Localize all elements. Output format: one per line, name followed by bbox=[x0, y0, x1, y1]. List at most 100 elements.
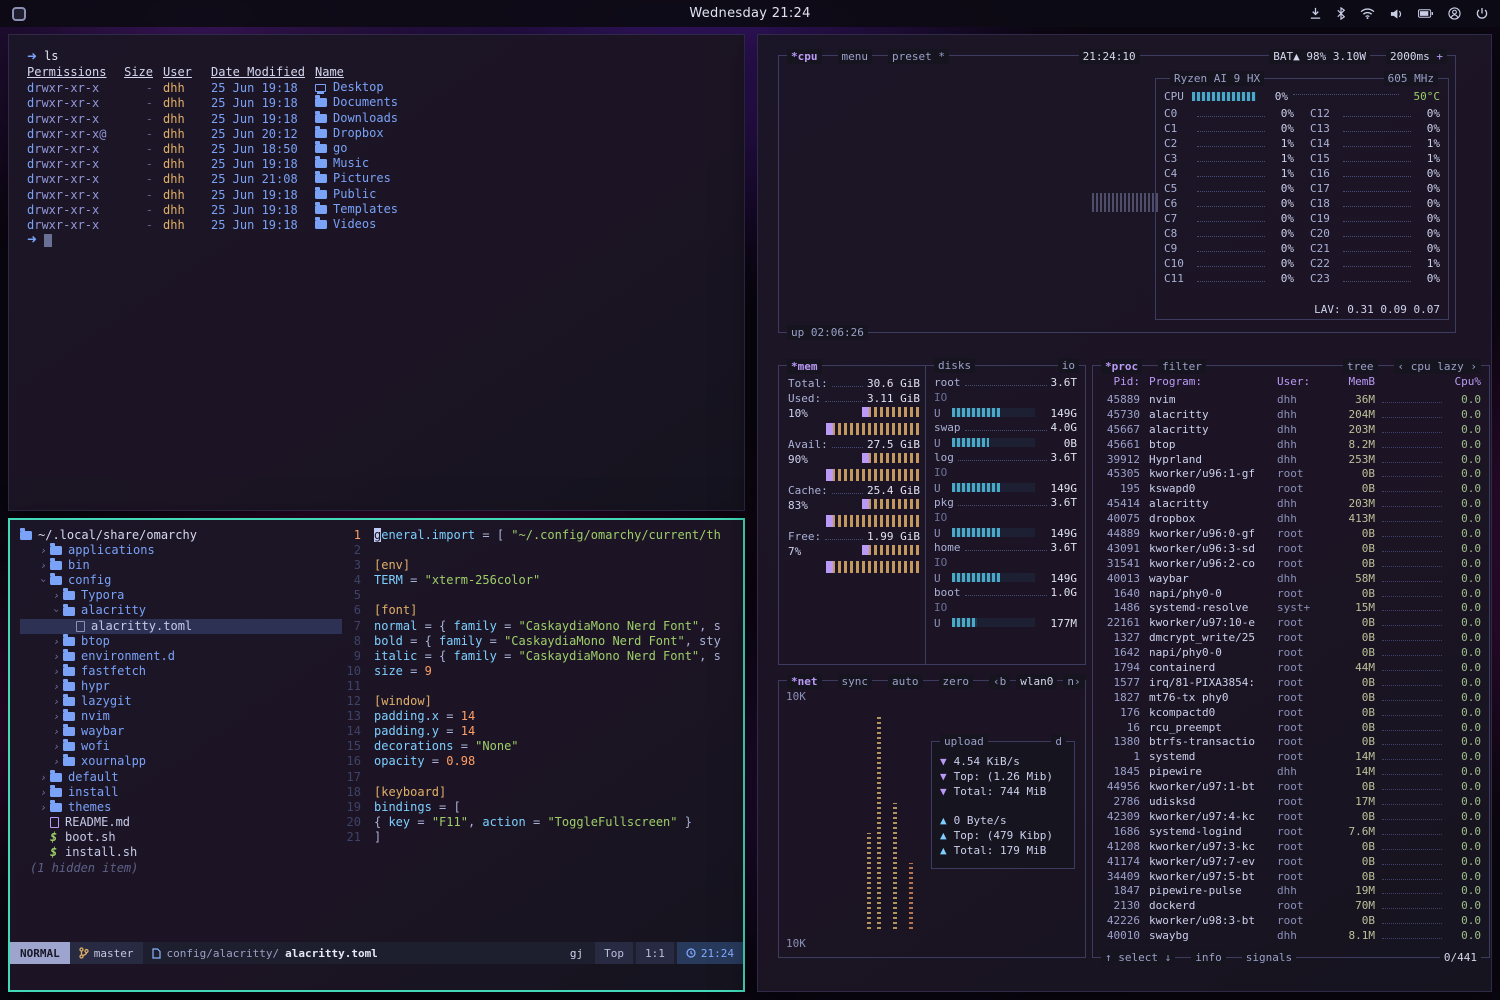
process-row[interactable]: 34409kworker/u97:5-btroot0B0.0 bbox=[1101, 869, 1481, 884]
proc-signals-button[interactable]: signals bbox=[1242, 950, 1296, 965]
net-iface-next-button[interactable]: n› bbox=[1063, 674, 1084, 689]
update-interval[interactable]: 2000ms + bbox=[1386, 49, 1447, 64]
process-row[interactable]: 44889kworker/u96:0-gfroot0B0.0 bbox=[1101, 526, 1481, 541]
terminal-window-ls[interactable]: ➜ ls Permissions Size User Date Modified… bbox=[8, 34, 745, 511]
tree-item-config[interactable]: ›config bbox=[20, 573, 342, 588]
btop-preset-button[interactable]: preset * bbox=[888, 49, 949, 64]
code-editor[interactable]: 1general.import = [ "~/.config/omarchy/c… bbox=[342, 520, 743, 942]
folder-open-icon bbox=[63, 607, 75, 616]
file-tree[interactable]: ~/.local/share/omarchy ›applications›bin… bbox=[10, 520, 342, 942]
process-row[interactable]: 2786udisksdroot17M0.0 bbox=[1101, 794, 1481, 809]
process-row[interactable]: 45414alacrittydhh203M0.0 bbox=[1101, 496, 1481, 511]
btop-menu-button[interactable]: menu bbox=[838, 49, 873, 64]
process-row[interactable]: 45730alacrittydhh204M0.0 bbox=[1101, 407, 1481, 422]
code-line: 5 bbox=[342, 588, 743, 603]
process-row[interactable]: 44956kworker/u97:1-btroot0B0.0 bbox=[1101, 779, 1481, 794]
proc-tree-button[interactable]: tree bbox=[1343, 359, 1378, 374]
tree-item-boot.sh[interactable]: $boot.sh bbox=[20, 830, 342, 845]
proc-header-user[interactable]: User: bbox=[1277, 374, 1329, 389]
tree-item-wofi[interactable]: ›wofi bbox=[20, 739, 342, 754]
process-row[interactable]: 1845pipewiredhh14M0.0 bbox=[1101, 764, 1481, 779]
process-row[interactable]: 1827mt76-tx phy0root0B0.0 bbox=[1101, 690, 1481, 705]
process-row[interactable]: 45889nvimdhh36M0.0 bbox=[1101, 392, 1481, 407]
process-row[interactable]: 43091kworker/u96:3-sdroot0B0.0 bbox=[1101, 541, 1481, 556]
launcher-icon[interactable] bbox=[12, 7, 26, 21]
proc-header-mem[interactable]: MemB bbox=[1329, 374, 1375, 389]
tree-item-README.md[interactable]: README.md bbox=[20, 815, 342, 830]
proc-header-program[interactable]: Program: bbox=[1149, 374, 1277, 389]
proc-sort-button[interactable]: ‹ cpu lazy › bbox=[1394, 359, 1481, 374]
process-row[interactable]: 16rcu_preemptroot0B0.0 bbox=[1101, 720, 1481, 735]
process-row[interactable]: 31541kworker/u96:2-coroot0B0.0 bbox=[1101, 556, 1481, 571]
tree-item-default[interactable]: ›default bbox=[20, 770, 342, 785]
editor-window[interactable]: ~/.local/share/omarchy ›applications›bin… bbox=[8, 518, 745, 992]
tree-item-alacritty[interactable]: ›alacritty bbox=[20, 603, 342, 618]
tree-item-environment.d[interactable]: ›environment.d bbox=[20, 649, 342, 664]
process-row[interactable]: 45661btopdhh8.2M0.0 bbox=[1101, 437, 1481, 452]
process-row[interactable]: 41208kworker/u97:3-kcroot0B0.0 bbox=[1101, 839, 1481, 854]
process-row[interactable]: 42309kworker/u97:4-kcroot0B0.0 bbox=[1101, 809, 1481, 824]
wifi-icon[interactable] bbox=[1360, 8, 1375, 19]
tree-item-install[interactable]: ›install bbox=[20, 785, 342, 800]
process-row[interactable]: 1systemdroot14M0.0 bbox=[1101, 749, 1481, 764]
process-row[interactable]: 40075dropboxdhh413M0.0 bbox=[1101, 511, 1481, 526]
code-text: size = 9 bbox=[374, 664, 432, 679]
proc-header-cpu[interactable]: Cpu% bbox=[1449, 374, 1481, 389]
process-row[interactable]: 39912Hyprlanddhh253M0.0 bbox=[1101, 452, 1481, 467]
process-row[interactable]: 1640napi/phy0-0root0B0.0 bbox=[1101, 586, 1481, 601]
btop-window[interactable]: *cpu menu preset * 21:24:10 BAT▲ 98% 3.1… bbox=[757, 34, 1492, 992]
process-row[interactable]: 1642napi/phy0-0root0B0.0 bbox=[1101, 645, 1481, 660]
tree-item-btop[interactable]: ›btop bbox=[20, 634, 342, 649]
code-text: normal = { family = "CaskaydiaMono Nerd … bbox=[374, 619, 721, 634]
net-auto-button[interactable]: auto bbox=[888, 674, 923, 689]
tray-download-icon[interactable] bbox=[1309, 7, 1322, 20]
tree-item-install.sh[interactable]: $install.sh bbox=[20, 845, 342, 860]
net-zero-button[interactable]: zero bbox=[939, 674, 974, 689]
process-row[interactable]: 2130dockerdroot70M0.0 bbox=[1101, 898, 1481, 913]
tree-item-themes[interactable]: ›themes bbox=[20, 800, 342, 815]
net-sync-button[interactable]: sync bbox=[838, 674, 873, 689]
tree-item-bin[interactable]: ›bin bbox=[20, 558, 342, 573]
process-row[interactable]: 1380btrfs-transactioroot0B0.0 bbox=[1101, 734, 1481, 749]
line-number: 11 bbox=[342, 679, 374, 694]
tree-item-Typora[interactable]: ›Typora bbox=[20, 588, 342, 603]
power-icon[interactable] bbox=[1476, 7, 1488, 20]
process-row[interactable]: 45305kworker/u96:1-gfroot0B0.0 bbox=[1101, 466, 1481, 481]
bluetooth-icon[interactable] bbox=[1337, 7, 1345, 20]
tree-item-alacritty.toml[interactable]: alacritty.toml bbox=[20, 619, 342, 634]
process-row[interactable]: 1794containerdroot44M0.0 bbox=[1101, 660, 1481, 675]
process-row[interactable]: 1327dmcrypt_write/25root0B0.0 bbox=[1101, 630, 1481, 645]
tree-item-hypr[interactable]: ›hypr bbox=[20, 679, 342, 694]
proc-info-button[interactable]: info bbox=[1191, 950, 1226, 965]
process-row[interactable]: 176kcompactd0root0B0.0 bbox=[1101, 705, 1481, 720]
tree-item-applications[interactable]: ›applications bbox=[20, 543, 342, 558]
tree-root[interactable]: ~/.local/share/omarchy bbox=[20, 528, 342, 543]
tree-item-waybar[interactable]: ›waybar bbox=[20, 724, 342, 739]
battery-icon[interactable] bbox=[1418, 9, 1433, 18]
process-row[interactable]: 41174kworker/u97:7-evroot0B0.0 bbox=[1101, 854, 1481, 869]
prompt-line[interactable]: ➜ bbox=[27, 232, 744, 248]
process-row[interactable]: 42226kworker/u98:3-btroot0B0.0 bbox=[1101, 913, 1481, 928]
process-row[interactable]: 195kswapd0root0B0.0 bbox=[1101, 481, 1481, 496]
process-row[interactable]: 1847pipewire-pulsedhh19M0.0 bbox=[1101, 883, 1481, 898]
proc-filter-button[interactable]: filter bbox=[1158, 359, 1206, 374]
process-row[interactable]: 40013waybardhh58M0.0 bbox=[1101, 571, 1481, 586]
hidden-items-note: (1 hidden item) bbox=[20, 861, 342, 876]
process-row[interactable]: 45667alacrittydhh203M0.0 bbox=[1101, 422, 1481, 437]
tree-item-lazygit[interactable]: ›lazygit bbox=[20, 694, 342, 709]
interval-plus-button[interactable]: + bbox=[1436, 50, 1443, 63]
process-row[interactable]: 1686systemd-logindroot7.6M0.0 bbox=[1101, 824, 1481, 839]
proc-select-button[interactable]: ↑ select ↓ bbox=[1101, 950, 1175, 965]
proc-header-pid[interactable]: Pid: bbox=[1101, 374, 1149, 389]
tree-item-nvim[interactable]: ›nvim bbox=[20, 709, 342, 724]
tree-item-xournalpp[interactable]: ›xournalpp bbox=[20, 754, 342, 769]
net-iface-prev-button[interactable]: ‹b bbox=[989, 674, 1010, 689]
tree-item-fastfetch[interactable]: ›fastfetch bbox=[20, 664, 342, 679]
process-row[interactable]: 40010swaybgdhh8.1M0.0 bbox=[1101, 928, 1481, 943]
process-row[interactable]: 22161kworker/u97:10-eroot0B0.0 bbox=[1101, 615, 1481, 630]
account-icon[interactable] bbox=[1448, 7, 1461, 20]
code-line: 13padding.x = 14 bbox=[342, 709, 743, 724]
process-row[interactable]: 1486systemd-resolvesyst+15M0.0 bbox=[1101, 600, 1481, 615]
volume-icon[interactable] bbox=[1390, 8, 1403, 20]
process-row[interactable]: 1577irq/81-PIXA3854:root0B0.0 bbox=[1101, 675, 1481, 690]
